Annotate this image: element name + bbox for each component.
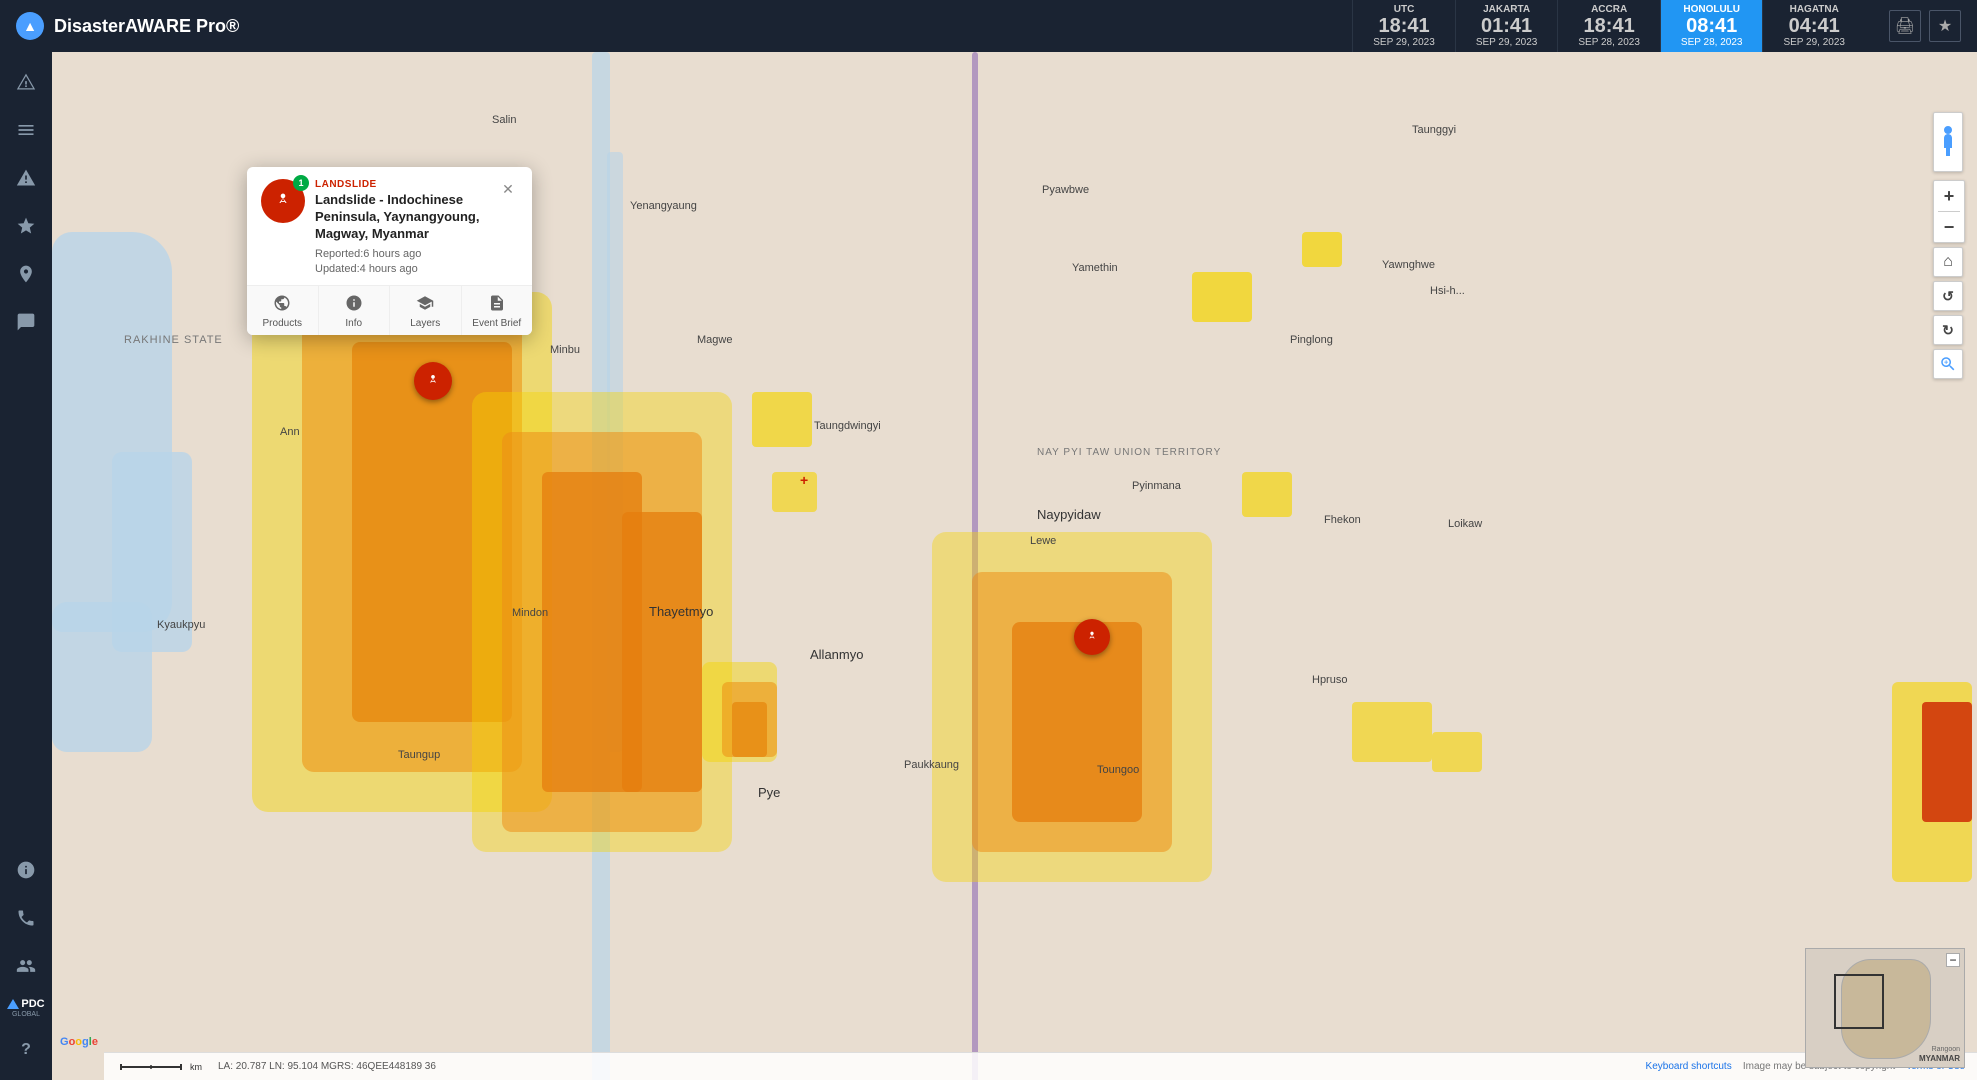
map-controls: + − ⌂ ↺ ↻ [1933,112,1965,379]
topbar: ▲ DisasterAWARE Pro® UTC 18:41 SEP 29, 2… [0,0,1977,52]
zoom-group: + − [1933,180,1965,243]
popup-event-title: Landslide - Indochinese Peninsula, Yayna… [315,192,488,243]
bookmark-button[interactable]: ★ [1929,10,1961,42]
zoom-area-button[interactable] [1933,349,1963,379]
map-label-yenangyaung: Yenangyaung [630,200,697,212]
map-label-yamethin: Yamethin [1072,262,1118,274]
clock-jakarta[interactable]: JAKARTA 01:41 SEP 29, 2023 [1455,0,1558,52]
map-container[interactable]: Salin Taunggyi Pyawbwe Yamethin Yawnghwe… [52,52,1977,1080]
map-label-salin: Salin [492,114,516,126]
event-brief-tab-label: Event Brief [472,318,521,329]
bottom-bar: km LA: 20.787 LN: 95.104 MGRS: 46QEE4481… [104,1052,1977,1080]
popup-icon-wrap: 1 [261,179,305,223]
minimap-label: MYANMAR [1919,1054,1960,1063]
coordinates: LA: 20.787 LN: 95.104 MGRS: 46QEE448189 … [218,1061,436,1072]
event-brief-tab-icon [488,294,506,315]
zoom-out-button[interactable]: − [1934,212,1964,242]
street-view-button[interactable] [1933,112,1963,172]
print-button[interactable]: 🖨 [1889,10,1921,42]
layers-tab-label: Layers [410,318,440,329]
popup-badge: 1 [293,175,309,191]
map-label-magwe: Magwe [697,334,732,346]
refresh-button-1[interactable]: ↺ [1933,281,1963,311]
sidebar-item-help[interactable]: ? [4,1028,48,1072]
popup-tab-products[interactable]: Products [247,286,319,335]
popup-tab-event-brief[interactable]: Event Brief [462,286,533,335]
products-tab-label: Products [263,318,302,329]
sidebar-item-warning[interactable] [4,156,48,200]
clock-accra[interactable]: ACCRA 18:41 SEP 28, 2023 [1557,0,1660,52]
scale-label: km [190,1062,202,1072]
zoom-in-button[interactable]: + [1934,181,1964,211]
popup-tabs: Products Info Layers Event Brief [247,285,532,335]
map-label-yawnghwe: Yawnghwe [1382,259,1435,271]
minimap: − MYANMAR Rangoon [1805,948,1965,1068]
event-popup: 1 LANDSLIDE Landslide - Indochinese Peni… [247,167,532,335]
clock-utc[interactable]: UTC 18:41 SEP 29, 2023 [1352,0,1455,52]
app-logo-icon: ▲ [16,12,44,40]
sidebar-item-phone[interactable] [4,896,48,940]
map-label-minbu: Minbu [550,344,580,356]
clock-area: UTC 18:41 SEP 29, 2023 JAKARTA 01:41 SEP… [1352,0,1865,52]
sidebar-item-layers[interactable] [4,108,48,152]
info-tab-label: Info [345,318,362,329]
clock-honolulu[interactable]: HONOLULU 08:41 SEP 28, 2023 [1660,0,1763,52]
pdc-global-label: GLOBAL [12,1011,40,1018]
topbar-actions: 🖨 ★ [1873,10,1977,42]
popup-event-type: LANDSLIDE [315,179,488,190]
map-label-naypyidaw: Naypyidaw [1037,507,1101,522]
popup-content: LANDSLIDE Landslide - Indochinese Penins… [315,179,488,277]
refresh-button-2[interactable]: ↻ [1933,315,1963,345]
logo-area: ▲ DisasterAWARE Pro® [0,0,255,52]
map-label-taunggyi: Taunggyi [1412,124,1456,136]
sidebar: PDC GLOBAL ? [0,52,52,1080]
popup-updated: Updated:4 hours ago [315,262,488,277]
app-title: DisasterAWARE Pro® [54,16,239,37]
map-label-naypyitaw-territory: NAY PYI TAW UNION TERRITORY [1037,447,1221,458]
minimap-zoom-out[interactable]: − [1946,953,1960,967]
popup-tab-layers[interactable]: Layers [390,286,462,335]
map-label-allanmyo: Allanmyo [810,647,863,662]
popup-reported: Reported:6 hours ago [315,247,488,262]
map-crosshair: + [800,472,808,488]
clock-hagatna[interactable]: HAGATNA 04:41 SEP 29, 2023 [1762,0,1865,52]
map-label-pye: Pye [758,785,780,800]
popup-tab-info[interactable]: Info [319,286,391,335]
map-label-pinglong: Pinglong [1290,334,1333,346]
map-label-taungdwingyi: Taungdwingyi [814,420,881,432]
map-label-fhekon: Fhekon [1324,514,1361,526]
popup-header: 1 LANDSLIDE Landslide - Indochinese Peni… [247,167,532,285]
products-tab-icon [273,294,291,315]
map-label-hsih: Hsi-h... [1430,285,1465,297]
event-marker-1[interactable] [414,362,452,400]
sidebar-item-alerts[interactable] [4,60,48,104]
map-label-pyawbwe: Pyawbwe [1042,184,1089,196]
minimap-rangoon: Rangoon [1932,1046,1960,1053]
layers-tab-icon [416,294,434,315]
sidebar-item-person[interactable] [4,944,48,988]
map-label-loikaw: Loikaw [1448,518,1482,530]
sidebar-item-info[interactable] [4,848,48,892]
sidebar-item-favorites[interactable] [4,204,48,248]
info-tab-icon [345,294,363,315]
sidebar-item-location[interactable] [4,252,48,296]
event-marker-2[interactable] [1074,619,1110,655]
home-button[interactable]: ⌂ [1933,247,1963,277]
popup-close-button[interactable]: ✕ [498,179,518,199]
pdc-logo: PDC GLOBAL [3,992,48,1024]
map-label-hpruso: Hpruso [1312,674,1347,686]
scale-bar: km [116,1060,202,1074]
keyboard-shortcuts-link[interactable]: Keyboard shortcuts [1646,1061,1732,1072]
google-logo: Google [60,1036,98,1048]
sidebar-item-chat[interactable] [4,300,48,344]
map-label-pyinmana: Pyinmana [1132,480,1181,492]
